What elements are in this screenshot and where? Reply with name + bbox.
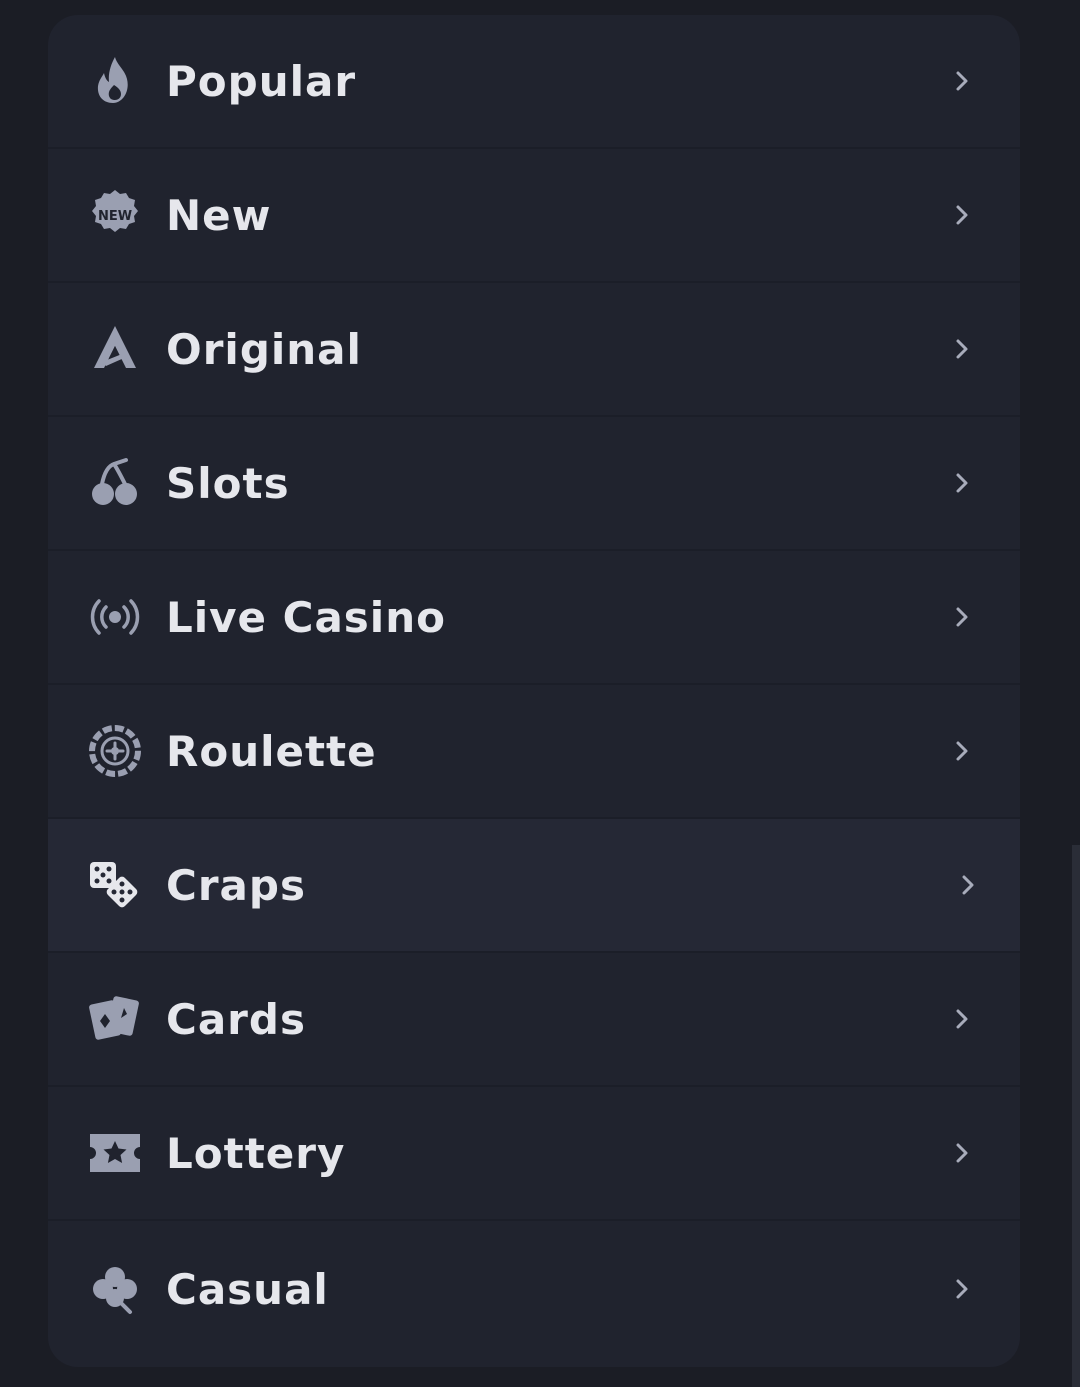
chevron-right-icon xyxy=(950,1277,974,1301)
flame-icon xyxy=(88,54,142,108)
menu-item-label: Casual xyxy=(166,1264,329,1314)
broadcast-icon xyxy=(88,590,142,644)
category-menu: Popular NEW New Original Slots Live Casi… xyxy=(48,15,1020,1367)
roulette-wheel-icon xyxy=(88,724,142,778)
menu-item-label: Popular xyxy=(166,56,357,106)
chevron-right-icon xyxy=(956,873,980,897)
menu-item-label: Cards xyxy=(166,994,306,1044)
chevron-right-icon xyxy=(950,739,974,763)
chevron-right-icon xyxy=(950,471,974,495)
menu-item-label: Craps xyxy=(166,860,306,910)
playing-cards-icon xyxy=(88,992,142,1046)
menu-item-casual[interactable]: Casual xyxy=(48,1221,1020,1357)
clover-icon xyxy=(88,1262,142,1316)
chevron-right-icon xyxy=(950,69,974,93)
menu-item-slots[interactable]: Slots xyxy=(48,417,1020,551)
original-logo-icon xyxy=(88,322,142,376)
menu-item-popular[interactable]: Popular xyxy=(48,15,1020,149)
menu-item-label: Original xyxy=(166,324,362,374)
menu-item-new[interactable]: NEW New xyxy=(48,149,1020,283)
menu-item-lottery[interactable]: Lottery xyxy=(48,1087,1020,1221)
menu-item-label: Roulette xyxy=(166,726,377,776)
dice-icon xyxy=(88,858,142,912)
svg-text:NEW: NEW xyxy=(98,209,132,224)
chevron-right-icon xyxy=(950,203,974,227)
chevron-right-icon xyxy=(950,1007,974,1031)
chevron-right-icon xyxy=(950,337,974,361)
menu-item-cards[interactable]: Cards xyxy=(48,953,1020,1087)
menu-item-craps[interactable]: Craps xyxy=(48,819,1020,953)
menu-item-label: Lottery xyxy=(166,1128,346,1178)
chevron-right-icon xyxy=(950,605,974,629)
menu-item-live-casino[interactable]: Live Casino xyxy=(48,551,1020,685)
scrollbar[interactable] xyxy=(1072,845,1080,1387)
menu-item-roulette[interactable]: Roulette xyxy=(48,685,1020,819)
new-badge-icon: NEW xyxy=(88,188,142,242)
cherries-icon xyxy=(88,456,142,510)
menu-item-label: Live Casino xyxy=(166,592,446,642)
menu-item-original[interactable]: Original xyxy=(48,283,1020,417)
chevron-right-icon xyxy=(950,1141,974,1165)
menu-item-label: Slots xyxy=(166,458,290,508)
ticket-star-icon xyxy=(88,1126,142,1180)
menu-item-label: New xyxy=(166,190,272,240)
